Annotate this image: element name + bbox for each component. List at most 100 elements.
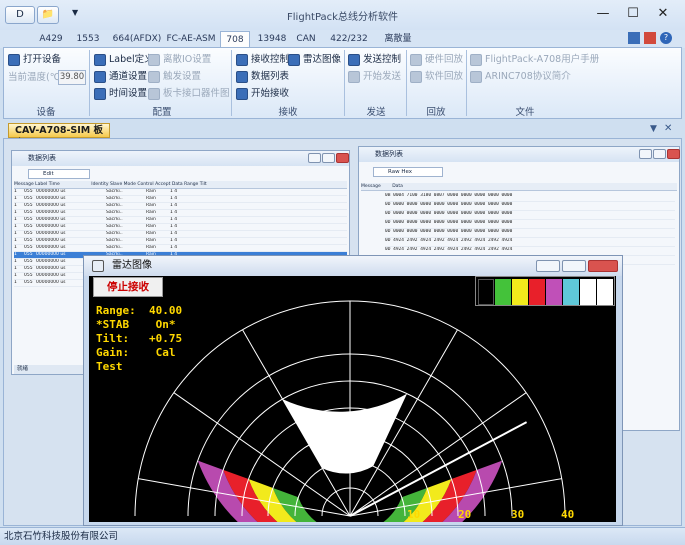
status-bar: 北京石竹科技股份有限公司 xyxy=(0,527,685,545)
window-restore-button[interactable] xyxy=(322,153,335,163)
trigger-setting-button[interactable]: 触发设置 xyxy=(148,69,201,85)
table-row[interactable]: 105500000000 usSacrki..Rain1 4 xyxy=(14,189,347,196)
window-minimize-button[interactable] xyxy=(639,149,652,159)
range-label-40: 40 xyxy=(561,508,575,521)
ribbon-separator xyxy=(466,50,467,116)
software-icon xyxy=(410,71,422,83)
window-close-button[interactable] xyxy=(336,153,349,163)
table-row[interactable]: 105500000000 usSacrki..Rain1 4 xyxy=(14,217,347,224)
receive-control-button[interactable]: 接收控制 xyxy=(236,52,289,68)
hex-view-dropdown[interactable]: Raw Hex xyxy=(373,167,443,177)
tab-can[interactable]: CAN xyxy=(292,31,320,47)
radar-close-button[interactable] xyxy=(588,260,618,272)
window-minimize-button[interactable] xyxy=(308,153,321,163)
card-icon xyxy=(148,88,160,100)
play-icon xyxy=(236,88,248,100)
tab-a429[interactable]: A429 xyxy=(34,31,68,47)
time-setting-button[interactable]: 时间设置 xyxy=(94,86,147,102)
data-list-button[interactable]: 数据列表 xyxy=(236,69,289,85)
table-row[interactable]: 105500000000 usSacrki..Rain1 4 xyxy=(14,238,347,245)
range-label-10: 10 xyxy=(407,508,421,521)
tab-fc-ae-asm[interactable]: FC-AE-ASM xyxy=(164,31,218,47)
hex-row[interactable]: 0B 0004 7100 3180 0807 0000 0000 0000 00… xyxy=(385,193,675,202)
radar-restore-button[interactable] xyxy=(562,260,586,272)
card-port-button[interactable]: 板卡接口器件图 xyxy=(148,86,230,102)
label-define-button[interactable]: Label定义 xyxy=(94,52,154,68)
radar-image-button[interactable]: 雷达图像 xyxy=(288,52,341,68)
help-nav-icon[interactable] xyxy=(628,32,640,44)
table-row[interactable]: 105500000000 usSacrki..Rain1 4 xyxy=(14,203,347,210)
user-manual-button[interactable]: FlightPack-A708用户手册 xyxy=(470,52,599,68)
group-receive-label: 接收 xyxy=(278,107,298,118)
discrete-io-button[interactable]: 离散IO设置 xyxy=(148,52,211,68)
help-icon[interactable]: ? xyxy=(660,32,672,44)
radar-display: 停止接收 Range: 40.00 *STAB On* Tilt: +0.75 … xyxy=(89,276,616,522)
label-icon xyxy=(94,54,106,66)
device-icon xyxy=(8,54,20,66)
play-icon xyxy=(348,71,360,83)
start-send-button[interactable]: 开始发送 xyxy=(348,69,401,85)
radar-image-window: 雷达图像 停止接收 Range: 40.00 *STAB On* Tilt: +… xyxy=(83,255,623,526)
settings-icon[interactable] xyxy=(644,32,656,44)
table-row[interactable]: 105500000000 usSacrki..Rain1 4 xyxy=(14,196,347,203)
receive-icon xyxy=(236,54,248,66)
tab-discrete[interactable]: 离散量 xyxy=(378,31,418,47)
hex-row[interactable]: 0D 0000 0000 0000 0000 0000 0000 0000 00… xyxy=(385,220,675,229)
table-row[interactable]: 105500000000 usSacrki..Rain1 4 xyxy=(14,245,347,252)
range-label-20: 20 xyxy=(458,508,472,521)
group-playback-label: 回放 xyxy=(426,107,446,118)
tab-422-232[interactable]: 422/232 xyxy=(326,31,372,47)
tab-1553[interactable]: 1553 xyxy=(72,31,104,47)
view-mode-dropdown[interactable]: Edit xyxy=(28,169,90,179)
hex-row[interactable]: 0D 0000 0000 0000 0000 0000 0000 0000 00… xyxy=(385,202,675,211)
maximize-button[interactable]: ☐ xyxy=(618,4,648,24)
clock-icon xyxy=(94,88,106,100)
group-config-label: 配置 xyxy=(152,107,172,118)
radar-minimize-button[interactable] xyxy=(536,260,560,272)
hardware-playback-button[interactable]: 硬件回放 xyxy=(410,52,463,68)
list-header-row: Message Label Time Identity Slave Mode C… xyxy=(14,181,347,189)
tab-close-icon[interactable]: ✕ xyxy=(664,123,672,134)
ribbon-separator xyxy=(344,50,345,116)
pdf-icon xyxy=(470,54,482,66)
group-send-label: 发送 xyxy=(366,107,386,118)
window-close-button[interactable] xyxy=(667,149,680,159)
minimize-button[interactable]: — xyxy=(588,4,618,24)
table-row[interactable]: 105500000000 usSacrki..Rain1 4 xyxy=(14,224,347,231)
hex-row[interactable]: 0D 4924 2492 4924 2492 4924 2492 4924 24… xyxy=(385,238,675,247)
range-label-30: 30 xyxy=(511,508,525,521)
ribbon-separator xyxy=(406,50,407,116)
tab-708[interactable]: 708 xyxy=(220,31,250,47)
trigger-icon xyxy=(148,71,160,83)
table-row[interactable]: 105500000000 usSacrki..Rain1 4 xyxy=(14,210,347,217)
hex-row[interactable]: 0D 0000 0000 0000 0000 0000 0000 0000 00… xyxy=(385,211,675,220)
data-list-window-title: 数据列表 xyxy=(12,151,349,166)
ribbon-separator xyxy=(231,50,232,116)
raw-hex-window-title: 数据列表 xyxy=(359,147,679,162)
software-playback-button[interactable]: 软件回放 xyxy=(410,69,463,85)
pdf-icon xyxy=(470,71,482,83)
ribbon-separator xyxy=(89,50,90,116)
open-device-button[interactable]: 打开设备 xyxy=(8,52,61,68)
channel-icon xyxy=(94,71,106,83)
send-icon xyxy=(348,54,360,66)
group-device-label: 设备 xyxy=(36,107,56,118)
radar-sweep xyxy=(134,300,566,522)
io-icon xyxy=(148,54,160,66)
temperature-label: 当前温度(℃) xyxy=(8,72,65,83)
hex-row[interactable]: 0D 0000 0000 0000 0000 0000 0000 0000 00… xyxy=(385,229,675,238)
protocol-intro-button[interactable]: ARINC708协议简介 xyxy=(470,69,571,85)
tab-dropdown-icon[interactable]: ▼ xyxy=(650,124,657,134)
temperature-field: 39.80 xyxy=(58,70,86,85)
table-row[interactable]: 105500000000 usSacrki..Rain1 4 xyxy=(14,231,347,238)
document-tab[interactable]: CAV-A708-SIM 板卡 0 xyxy=(8,123,110,149)
close-button[interactable]: ✕ xyxy=(648,4,678,24)
channel-setting-button[interactable]: 通道设置 xyxy=(94,69,147,85)
send-control-button[interactable]: 发送控制 xyxy=(348,52,401,68)
radar-window-icon xyxy=(92,260,104,272)
hex-header-row: Message Data xyxy=(361,183,677,191)
start-receive-button[interactable]: 开始接收 xyxy=(236,86,289,102)
tab-afdx[interactable]: 664(AFDX) xyxy=(110,31,164,47)
window-restore-button[interactable] xyxy=(653,149,666,159)
tab-13948[interactable]: 13948 xyxy=(254,31,290,47)
